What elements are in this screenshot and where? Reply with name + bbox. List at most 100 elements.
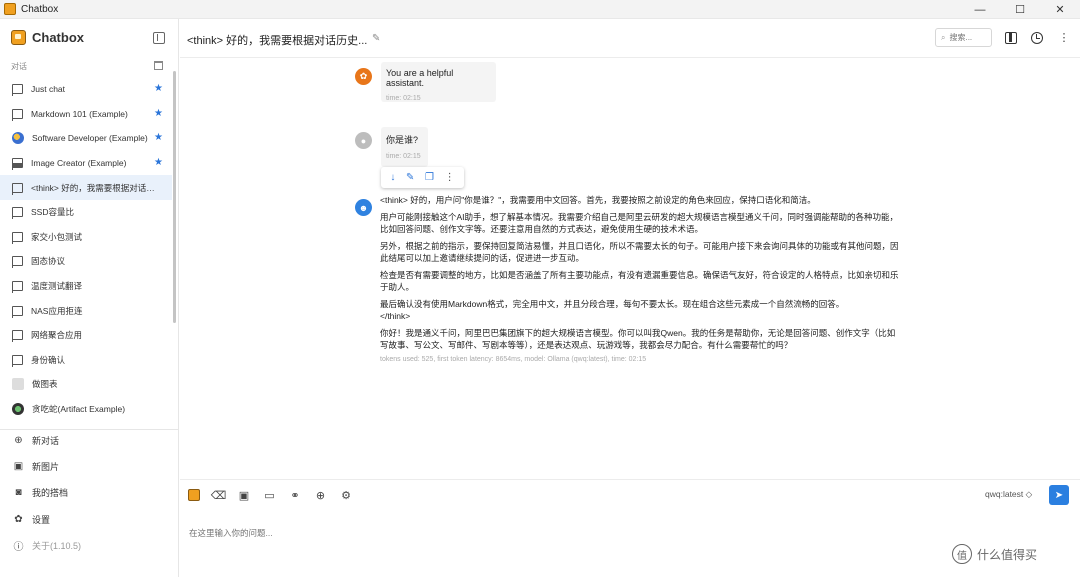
chat-bubble-icon xyxy=(11,330,23,343)
settings-button[interactable]: ✿ 设置 xyxy=(0,506,179,532)
chat-title: <think> 好的，我需要根据对话历史... xyxy=(187,35,368,47)
my-copilots-button[interactable]: ◙ 我的搭档 xyxy=(0,480,179,506)
conversation-item[interactable]: 贪吃蛇(Artifact Example) xyxy=(0,397,172,422)
chat-bubble-icon xyxy=(11,281,23,294)
input-toolbar: ⌫ ▣ ▭ ⚭ ⊕ ⚙ xyxy=(188,488,365,502)
conversation-label: SSD容量比 xyxy=(31,207,74,218)
conversation-item[interactable]: SSD容量比 xyxy=(0,200,172,225)
star-icon[interactable]: ★ xyxy=(154,108,163,119)
layout-toggle-icon[interactable] xyxy=(1005,32,1017,44)
bot-icon: ◙ xyxy=(15,487,22,499)
brand: Chatbox xyxy=(11,30,84,45)
regenerate-down-arrow-icon[interactable]: ↓ xyxy=(390,172,395,183)
message-toolbar: ↓ ✎ ❐ ⋮ xyxy=(381,167,464,188)
main-panel: <think> 好的，我需要根据对话历史... ✎ ⌕ ⋮ ✿ You are … xyxy=(180,19,1080,577)
globe-icon[interactable]: ⊕ xyxy=(314,488,328,502)
more-vertical-icon[interactable]: ⋮ xyxy=(1058,32,1070,44)
trash-icon[interactable] xyxy=(154,61,163,70)
reply-paragraph: 用户可能刚接触这个AI助手，想了解基本情况。我需要介绍自己是阿里云研发的超大规模… xyxy=(380,211,899,235)
conversation-label: 家交小包测试 xyxy=(31,231,83,242)
chat-bubble-icon xyxy=(11,256,23,269)
copilot-logo-icon[interactable] xyxy=(188,489,200,501)
reply-paragraph: 最后确认没有使用Markdown格式，完全用中文，并且分段合理，每句不要太长。现… xyxy=(380,298,845,322)
maximize-button[interactable]: ☐ xyxy=(1000,0,1040,19)
brand-name: Chatbox xyxy=(32,30,84,45)
conversation-item[interactable]: 做图表 xyxy=(0,372,172,397)
conversation-item[interactable]: Image Creator (Example) ★ xyxy=(0,151,172,176)
conversation-label: Image Creator (Example) xyxy=(31,158,127,169)
about-button[interactable]: ⓘ 关于(1.10.5) xyxy=(0,532,179,558)
send-arrow-icon: ➤ xyxy=(1054,489,1064,501)
conversation-item[interactable]: Markdown 101 (Example) ★ xyxy=(0,102,172,127)
nav-label: 新图片 xyxy=(32,461,60,472)
chat-bubble-icon xyxy=(11,354,23,367)
user-avatar-icon: ● xyxy=(355,132,372,149)
image-upload-icon[interactable]: ▣ xyxy=(237,488,251,502)
conversation-item[interactable]: 固态协议 xyxy=(0,249,172,274)
sidebar: Chatbox 对话 Just chat ★ Markdown 101 (Exa… xyxy=(0,19,179,577)
star-icon[interactable]: ★ xyxy=(154,83,163,94)
conversation-label: Markdown 101 (Example) xyxy=(31,108,128,119)
chat-bubble-icon xyxy=(11,182,23,195)
send-button[interactable]: ➤ xyxy=(1049,485,1069,505)
message-time: time: 02:15 xyxy=(386,153,421,160)
window-controls: — ☐ ✕ xyxy=(960,0,1080,19)
nav-label: 新对话 xyxy=(32,435,60,446)
message-input[interactable] xyxy=(189,528,1049,538)
conversation-label: 温度测试翻译 xyxy=(31,281,83,292)
model-select[interactable]: qwq:latest ◇ xyxy=(985,489,1032,500)
watermark: 值 什么值得买 xyxy=(952,544,1037,564)
search-box[interactable]: ⌕ xyxy=(935,28,992,47)
section-label: 对话 xyxy=(11,62,27,71)
nav-label: 设置 xyxy=(32,514,51,525)
window-title: Chatbox xyxy=(21,3,59,15)
settings-sliders-icon[interactable]: ⚙ xyxy=(339,488,353,502)
conversation-label: 固态协议 xyxy=(31,256,66,267)
app-icon xyxy=(4,3,16,15)
conversation-item[interactable]: NAS应用拒连 xyxy=(0,298,172,323)
link-icon[interactable]: ⚭ xyxy=(288,488,302,502)
conversation-item[interactable]: 家交小包测试 xyxy=(0,225,172,250)
edit-pencil-icon[interactable]: ✎ xyxy=(406,172,414,183)
conversation-item[interactable]: Software Developer (Example) ★ xyxy=(0,126,172,151)
new-image-button[interactable]: ▣ 新图片 xyxy=(0,453,179,479)
sidebar-scrollbar[interactable] xyxy=(173,71,176,323)
search-input[interactable] xyxy=(949,33,986,42)
close-button[interactable]: ✕ xyxy=(1040,0,1080,19)
system-message: You are a helpful assistant. time: 02:15 xyxy=(381,62,496,102)
reply-paragraph: 你好！我是通义千问，阿里巴巴集团旗下的超大规模语言模型。你可以叫我Qwen。我的… xyxy=(380,327,896,351)
chart-avatar-icon xyxy=(12,378,24,391)
minimize-button[interactable]: — xyxy=(960,0,1000,19)
conversation-item-active[interactable]: <think> 好的，我需要根据对话历史... xyxy=(0,175,172,200)
nav-label: 关于(1.10.5) xyxy=(32,540,82,551)
gear-icon: ✿ xyxy=(14,513,23,525)
assistant-avatar-bot-icon: ☻ xyxy=(355,199,372,216)
image-icon xyxy=(11,158,23,171)
new-chat-button[interactable]: ⊕ 新对话 xyxy=(0,427,179,453)
star-icon[interactable]: ★ xyxy=(154,132,163,143)
collapse-sidebar-icon[interactable] xyxy=(153,32,165,44)
title-bar: Chatbox — ☐ ✕ xyxy=(0,0,1080,19)
plus-circle-icon: ⊕ xyxy=(14,434,23,446)
image-icon: ▣ xyxy=(13,460,24,472)
conversation-list: Just chat ★ Markdown 101 (Example) ★ Sof… xyxy=(0,77,172,421)
conversation-label: <think> 好的，我需要根据对话历史... xyxy=(31,182,156,193)
copy-icon[interactable]: ❐ xyxy=(425,172,434,183)
pencil-icon[interactable]: ✎ xyxy=(372,33,380,44)
eraser-icon[interactable]: ⌫ xyxy=(211,488,227,502)
star-icon[interactable]: ★ xyxy=(154,157,163,168)
chat-bubble-icon xyxy=(11,207,23,220)
conversation-item[interactable]: 网络聚合应用 xyxy=(0,323,172,348)
more-vertical-icon[interactable]: ⋮ xyxy=(445,172,455,183)
conversation-label: NAS应用拒连 xyxy=(31,305,83,316)
history-icon[interactable] xyxy=(1031,32,1043,44)
folder-icon[interactable]: ▭ xyxy=(263,488,277,502)
watermark-text: 什么值得买 xyxy=(977,547,1038,562)
conversation-item[interactable]: 温度测试翻译 xyxy=(0,274,172,299)
conversation-item[interactable]: 身份确认 xyxy=(0,348,172,373)
conversation-item[interactable]: Just chat ★ xyxy=(0,77,172,102)
conversation-label: 做图表 xyxy=(32,379,58,390)
message-meta: tokens used: 525, first token latency: 8… xyxy=(380,355,647,363)
conversation-label: 身份确认 xyxy=(31,354,66,365)
assistant-message: <think> 好的，用户问"你是谁？"，我需要用中文回答。首先，我要按照之前设… xyxy=(380,194,900,363)
